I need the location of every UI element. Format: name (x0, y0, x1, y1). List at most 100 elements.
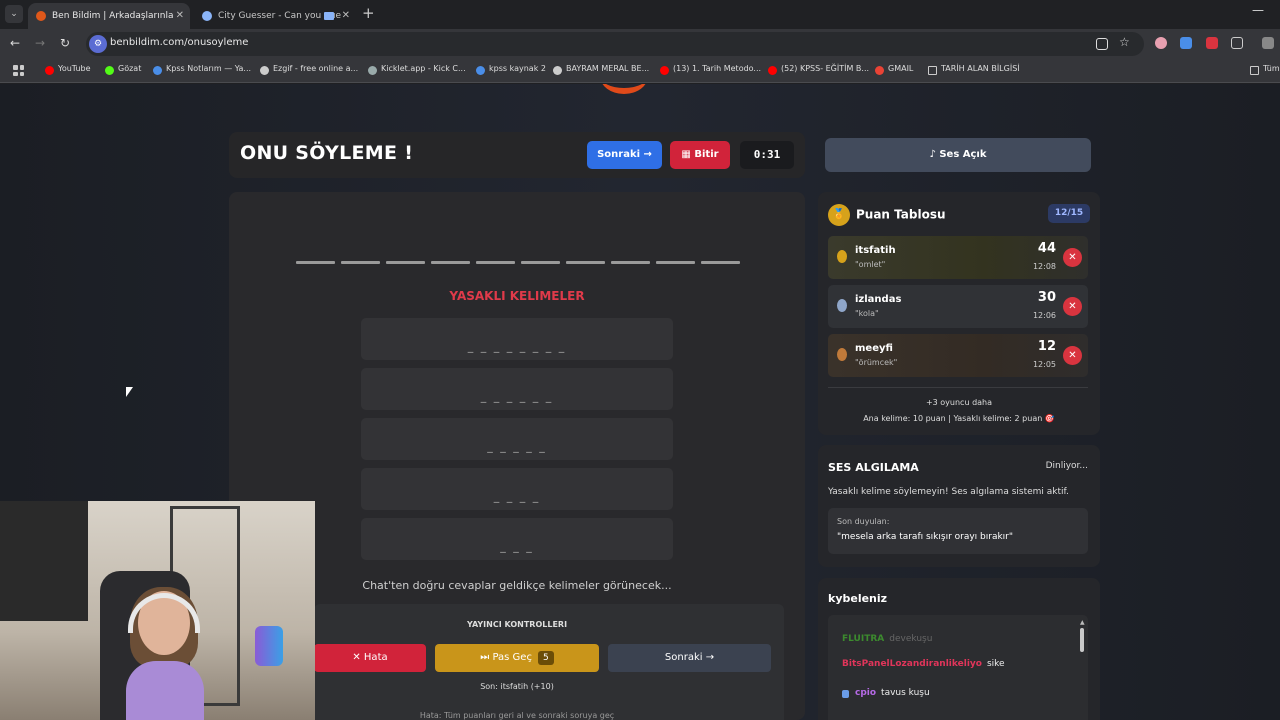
speech-status: Dinliyor... (1045, 461, 1088, 471)
tab-title: City Guesser - Can you gue (218, 11, 342, 21)
player-row: izlandas "kola" 30 12:06 ✕ (828, 285, 1088, 328)
bookmark-icon (476, 66, 485, 75)
bookmark-bayram-meral[interactable]: BAYRAM MERAL BE... (553, 64, 649, 75)
player-row: meeyfi "örümcek" 12 12:05 ✕ (828, 334, 1088, 377)
chat-panel: kybeleniz FLUITRA devekuşu BitsPanelLozan… (818, 578, 1100, 720)
player-name: itsfatih (855, 245, 896, 256)
reload-icon[interactable]: ↻ (60, 36, 70, 50)
star-icon[interactable]: ☆ (1119, 35, 1130, 49)
bookmark-gmail[interactable]: GMAIL (875, 64, 913, 75)
close-tab-icon[interactable]: ✕ (176, 3, 184, 29)
tab-benbildim[interactable]: Ben Bildim | Arkadaşlarınla ✕ (28, 3, 190, 29)
bookmark-kpss-kaynak[interactable]: kpss kaynak 2 (476, 64, 546, 75)
scoring-rules-text: Ana kelime: 10 puan | Yasaklı kelime: 2 … (863, 414, 1055, 423)
extension-icon[interactable] (1206, 37, 1218, 49)
player-row: itsfatih "omlet" 44 12:08 ✕ (828, 236, 1088, 279)
scoreboard: 🏅 Puan Tablosu 12/15 itsfatih "omlet" 44 … (818, 192, 1100, 435)
apps-grid-icon[interactable] (13, 65, 24, 76)
bookmark-youtube[interactable]: YouTube (45, 64, 91, 75)
tab-city-guesser[interactable]: City Guesser - Can you gue ✕ (194, 3, 356, 29)
finish-button[interactable]: ▦ Bitir (670, 141, 730, 169)
wall-poster (0, 501, 88, 621)
youtube-icon (45, 66, 54, 75)
scoreboard-title: 🏅 Puan Tablosu (828, 204, 946, 226)
pass-button[interactable]: ⏭ Pas Geç 5 (435, 644, 599, 672)
speech-title: SES ALGILAMA (828, 461, 919, 474)
install-app-icon[interactable] (1096, 38, 1108, 50)
remove-player-button[interactable]: ✕ (1063, 346, 1082, 365)
tab-search-menu[interactable]: ⌄ (5, 5, 23, 23)
bronze-medal-icon (837, 348, 847, 361)
extensions-puzzle-icon[interactable] (1231, 37, 1243, 49)
bookmark-ezgif[interactable]: Ezgif - free online a... (260, 64, 358, 75)
player-word: "kola" (855, 309, 879, 318)
last-heard-text: "mesela arka tarafı sıkışır orayı bırakı… (837, 532, 1014, 542)
bookmark-folder-all[interactable]: Tüm (1250, 64, 1280, 75)
streamer (120, 587, 210, 720)
kicklet-icon (368, 66, 377, 75)
player-time: 12:05 (1032, 360, 1056, 369)
controls-title: YAYINCI KONTROLLERI (466, 620, 568, 629)
gold-medal-icon (837, 250, 847, 263)
globe-icon (553, 66, 562, 75)
bookmark-icon (153, 66, 162, 75)
forward-icon[interactable]: → (35, 36, 45, 50)
bookmark-kicklet[interactable]: Kicklet.app - Kick C... (368, 64, 466, 75)
chat-hint-text: Chat'ten doğru cevaplar geldikçe kelimel… (362, 579, 672, 592)
error-button[interactable]: ✕ Hata (314, 644, 426, 672)
sound-toggle-button[interactable]: ♪ Ses Açık (825, 138, 1091, 172)
silver-medal-icon (837, 299, 847, 312)
player-score: 12 (1037, 339, 1056, 354)
minimize-button[interactable]: — (1252, 3, 1264, 17)
chat-scrollbar[interactable]: ▲ (1080, 619, 1085, 653)
youtube-icon (768, 66, 777, 75)
bookmark-gozat[interactable]: Gözat (105, 64, 141, 75)
chat-message: BitsPanelLozandiranlikeliyo sike (842, 659, 1005, 669)
word-blanks (296, 261, 740, 265)
globe-icon (202, 11, 212, 21)
url-text: benbildim.com/onusoyleme (110, 37, 249, 48)
remove-player-button[interactable]: ✕ (1063, 248, 1082, 267)
youtube-icon (660, 66, 669, 75)
globe-icon (260, 66, 269, 75)
bookmark-folder-tarih[interactable]: TARİH ALAN BİLGİSİ (928, 64, 1020, 75)
close-tab-icon[interactable]: ✕ (342, 3, 350, 29)
player-time: 12:06 (1032, 311, 1056, 320)
kick-icon (105, 66, 114, 75)
controls-hint-text: Hata: Tüm puanları geri al ve sonraki so… (419, 711, 615, 720)
webcam-overlay (0, 501, 315, 720)
browser-toolbar: ← → ↻ ⚙ benbildim.com/onusoyleme ☆ (0, 29, 1280, 59)
bookmarks-bar: YouTube Gözat Kpss Notlarım — Ya... Ezgi… (0, 59, 1280, 83)
folder-icon (928, 66, 937, 75)
pass-count-badge: 5 (537, 651, 554, 665)
bookmark-tarih-metodo[interactable]: (13) 1. Tarih Metodo... (660, 64, 761, 75)
tab-title: Ben Bildim | Arkadaşlarınla (52, 11, 174, 21)
chat-channel-title: kybeleniz (828, 592, 888, 605)
trophy-icon: 🏅 (828, 204, 850, 226)
player-score: 44 (1037, 241, 1056, 256)
controls-next-button[interactable]: Sonraki → (608, 644, 771, 672)
site-info-icon[interactable]: ⚙ (89, 35, 107, 53)
bookmark-kpss-egitim[interactable]: (52) KPSS- EĞİTİM B... (768, 64, 869, 75)
chat-messages[interactable]: FLUITRA devekuşu BitsPanelLozandiranlikel… (828, 615, 1088, 720)
badge-icon (842, 690, 849, 698)
back-icon[interactable]: ← (10, 36, 20, 50)
sidebar-icon[interactable] (1262, 37, 1274, 49)
extension-icon[interactable] (1180, 37, 1192, 49)
mouse-cursor-icon (126, 387, 133, 397)
checkered-flag-icon: ▦ (681, 149, 695, 160)
bookmark-kpss-notlarim[interactable]: Kpss Notlarım — Ya... (153, 64, 251, 75)
next-button[interactable]: Sonraki → (587, 141, 662, 169)
benbildim-favicon-icon (36, 11, 46, 21)
page-title: ONU SÖYLEME ! (240, 142, 414, 164)
remove-player-button[interactable]: ✕ (1063, 297, 1082, 316)
profile-extension-icon[interactable] (1155, 37, 1167, 49)
address-bar[interactable]: ⚙ benbildim.com/onusoyleme ☆ (86, 32, 1144, 56)
player-time: 12:08 (1032, 262, 1056, 271)
player-count-badge: 12/15 (1048, 204, 1090, 223)
divider (828, 387, 1088, 388)
gmail-icon (875, 66, 884, 75)
new-tab-button[interactable]: + (362, 4, 375, 22)
chat-message: cpio tavus kuşu (842, 688, 930, 698)
more-players-text: +3 oyuncu daha (925, 398, 993, 407)
